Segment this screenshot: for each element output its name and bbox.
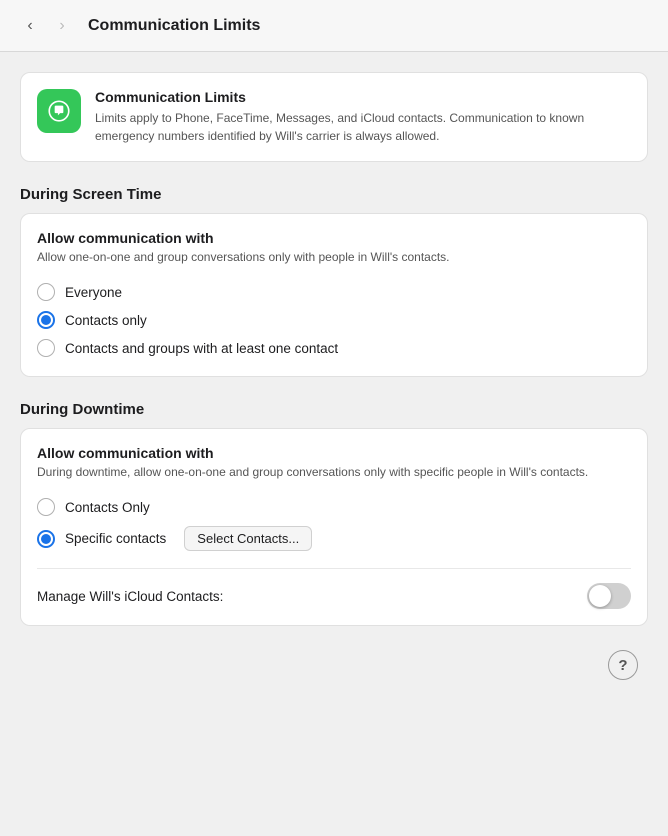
downtime-card: Allow communication with During downtime… (20, 428, 648, 626)
info-card-title: Communication Limits (95, 89, 631, 105)
downtime-option-specific-contacts[interactable]: Specific contacts Select Contacts... (37, 523, 631, 554)
radio-contacts-only-label: Contacts only (65, 313, 147, 328)
radio-downtime-contacts-only-label: Contacts Only (65, 500, 150, 515)
page-title: Communication Limits (88, 17, 260, 35)
downtime-card-title: Allow communication with (37, 445, 631, 461)
content-area: Communication Limits Limits apply to Pho… (0, 52, 668, 700)
downtime-card-subtitle: During downtime, allow one-on-one and gr… (37, 463, 631, 481)
radio-downtime-specific-label: Specific contacts (65, 531, 166, 546)
help-button[interactable]: ? (608, 650, 638, 680)
radio-contacts-groups-label: Contacts and groups with at least one co… (65, 341, 338, 356)
info-card-description: Limits apply to Phone, FaceTime, Message… (95, 109, 631, 145)
screen-time-card-subtitle: Allow one-on-one and group conversations… (37, 248, 631, 266)
icloud-contacts-toggle[interactable] (587, 583, 631, 609)
radio-downtime-contacts-only (37, 498, 55, 516)
screen-time-section-header: During Screen Time (20, 186, 648, 203)
screen-time-option-everyone[interactable]: Everyone (37, 280, 631, 304)
radio-everyone-label: Everyone (65, 285, 122, 300)
back-button[interactable]: ‹ (16, 12, 44, 40)
screen-time-option-contacts-groups[interactable]: Contacts and groups with at least one co… (37, 336, 631, 360)
screen-time-option-contacts-only[interactable]: Contacts only (37, 308, 631, 332)
communication-icon (46, 98, 72, 124)
info-card-text: Communication Limits Limits apply to Pho… (95, 89, 631, 145)
icloud-contacts-toggle-row: Manage Will's iCloud Contacts: (37, 583, 631, 609)
top-bar: ‹ › Communication Limits (0, 0, 668, 52)
screen-time-card: Allow communication with Allow one-on-on… (20, 213, 648, 377)
card-divider (37, 568, 631, 569)
icloud-contacts-label: Manage Will's iCloud Contacts: (37, 589, 223, 604)
toggle-knob (589, 585, 611, 607)
screen-time-card-title: Allow communication with (37, 230, 631, 246)
help-area: ? (20, 650, 648, 680)
radio-contacts-only (37, 311, 55, 329)
downtime-option-contacts-only[interactable]: Contacts Only (37, 495, 631, 519)
radio-everyone (37, 283, 55, 301)
app-icon (37, 89, 81, 133)
radio-downtime-specific (37, 530, 55, 548)
select-contacts-button[interactable]: Select Contacts... (184, 526, 312, 551)
radio-contacts-groups (37, 339, 55, 357)
forward-button[interactable]: › (48, 12, 76, 40)
downtime-section-header: During Downtime (20, 401, 648, 418)
info-card: Communication Limits Limits apply to Pho… (20, 72, 648, 162)
